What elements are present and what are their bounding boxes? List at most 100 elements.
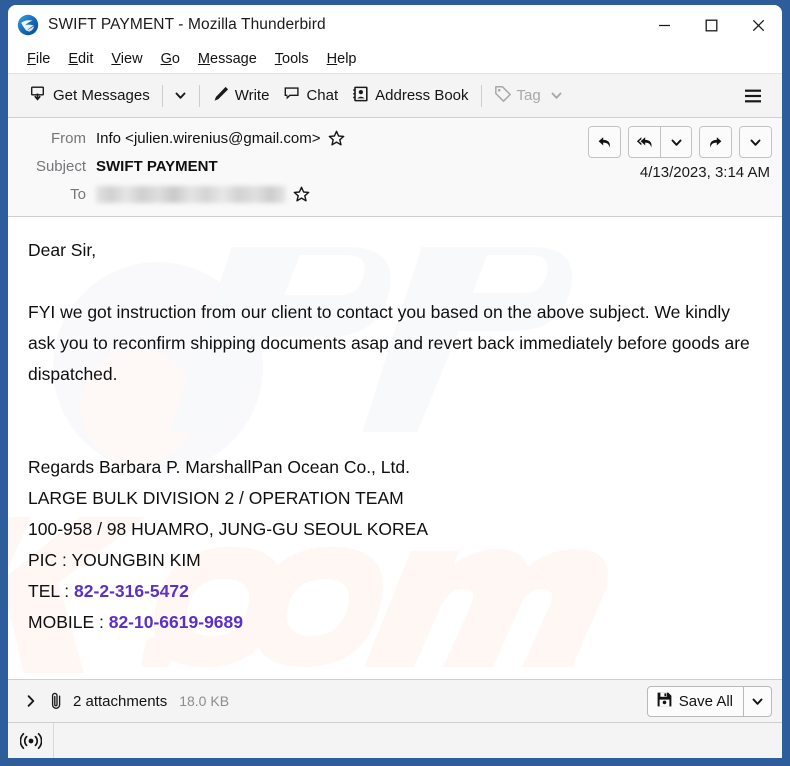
body-paragraph: FYI we got instruction from our client t… bbox=[28, 302, 750, 384]
write-button[interactable]: Write bbox=[205, 80, 277, 112]
close-icon bbox=[752, 19, 765, 31]
reply-all-group bbox=[628, 126, 692, 158]
menu-edit[interactable]: Edit bbox=[59, 48, 102, 70]
signature-line-2: LARGE BULK DIVISION 2 / OPERATION TEAM bbox=[28, 488, 404, 508]
broadcast-signal-icon[interactable] bbox=[8, 722, 54, 758]
chevron-down-icon bbox=[551, 92, 562, 99]
menu-go[interactable]: Go bbox=[152, 48, 189, 70]
toolbar-separator-3 bbox=[480, 84, 482, 107]
chat-bubble-icon bbox=[283, 85, 301, 107]
reply-group bbox=[588, 126, 621, 158]
to-label: To bbox=[70, 185, 86, 203]
save-all-dropdown[interactable] bbox=[743, 686, 771, 716]
to-star-icon[interactable] bbox=[293, 186, 310, 203]
message-body: Dear Sir, FYI we got instruction from ou… bbox=[8, 217, 782, 679]
subject-value: SWIFT PAYMENT bbox=[96, 157, 218, 175]
reply-all-arrow-icon bbox=[636, 136, 651, 148]
subject-label: Subject bbox=[35, 157, 86, 175]
save-disk-icon bbox=[656, 691, 673, 712]
get-messages-dropdown[interactable] bbox=[168, 80, 194, 112]
save-all-group: Save All bbox=[646, 685, 772, 717]
get-messages-label: Get Messages bbox=[53, 87, 150, 104]
minimize-button[interactable] bbox=[641, 5, 688, 45]
mobile-link[interactable]: 82-10-6619-9689 bbox=[109, 612, 243, 632]
more-actions-group bbox=[739, 126, 772, 158]
forward-group bbox=[699, 126, 732, 158]
window-controls bbox=[641, 5, 782, 45]
from-label: From bbox=[51, 129, 86, 147]
header-row-to: To bbox=[18, 180, 772, 208]
menu-message[interactable]: Message bbox=[189, 48, 266, 70]
chevron-down-icon bbox=[671, 139, 681, 146]
window-title: SWIFT PAYMENT - Mozilla Thunderbird bbox=[48, 16, 326, 33]
app-menu-button[interactable] bbox=[736, 80, 770, 112]
address-book-label: Address Book bbox=[375, 87, 469, 104]
address-book-icon bbox=[352, 85, 370, 107]
body-greeting: Dear Sir, bbox=[28, 240, 97, 260]
signature-line-4: PIC : YOUNGBIN KIM bbox=[28, 550, 201, 570]
tag-icon bbox=[494, 85, 512, 107]
main-toolbar: Get Messages Write Chat Address Book Tag bbox=[8, 74, 782, 118]
close-button[interactable] bbox=[735, 5, 782, 45]
get-messages-button[interactable]: Get Messages bbox=[22, 80, 157, 112]
maximize-button[interactable] bbox=[688, 5, 735, 45]
chevron-down-icon bbox=[175, 92, 186, 99]
signature-line-3: 100-958 / 98 HUAMRO, JUNG-GU SEOUL KOREA bbox=[28, 519, 429, 539]
tag-dropdown-caret[interactable] bbox=[550, 89, 563, 102]
chevron-down-icon bbox=[752, 698, 763, 705]
menu-view[interactable]: View bbox=[102, 48, 151, 70]
reply-all-dropdown[interactable] bbox=[660, 127, 691, 157]
maximize-icon bbox=[705, 19, 718, 31]
attachment-bar: 2 attachments 18.0 KB Save All bbox=[8, 679, 782, 722]
body-spacer-1 bbox=[28, 266, 762, 297]
message-header: From Info <julien.wirenius@gmail.com> Su… bbox=[8, 118, 782, 217]
signature-mobile-line: MOBILE : 82-10-6619-9689 bbox=[28, 607, 762, 638]
to-value-redacted[interactable] bbox=[96, 185, 286, 203]
from-value[interactable]: Info <julien.wirenius@gmail.com> bbox=[96, 130, 321, 147]
attachment-count-label: 2 attachments bbox=[73, 692, 168, 710]
minimize-icon bbox=[659, 24, 670, 26]
tel-label: TEL : bbox=[28, 581, 75, 601]
chevron-right-icon bbox=[27, 695, 35, 707]
message-date: 4/13/2023, 3:14 AM bbox=[639, 164, 770, 181]
status-bar bbox=[8, 722, 782, 758]
paperclip-icon bbox=[48, 692, 65, 711]
chat-label: Chat bbox=[306, 87, 339, 104]
forward-button[interactable] bbox=[700, 127, 731, 157]
write-label: Write bbox=[234, 87, 270, 104]
reply-arrow-icon bbox=[598, 136, 610, 148]
save-all-button[interactable]: Save All bbox=[648, 687, 743, 716]
reply-button[interactable] bbox=[589, 127, 620, 157]
more-actions-dropdown[interactable] bbox=[740, 127, 771, 157]
reply-all-button[interactable] bbox=[629, 127, 660, 157]
download-message-icon bbox=[29, 84, 48, 107]
desktop-background: SWIFT PAYMENT - Mozilla Thunderbird File… bbox=[0, 0, 790, 766]
hamburger-menu-icon bbox=[745, 89, 761, 102]
forward-arrow-icon bbox=[710, 136, 722, 148]
save-all-label: Save All bbox=[678, 692, 733, 710]
tag-button[interactable]: Tag bbox=[487, 80, 570, 112]
body-spacer-2 bbox=[28, 390, 762, 452]
address-book-button[interactable]: Address Book bbox=[345, 80, 475, 112]
chat-button[interactable]: Chat bbox=[276, 80, 345, 112]
attachment-size-label: 18.0 KB bbox=[179, 693, 230, 709]
tag-label: Tag bbox=[516, 87, 541, 104]
from-star-icon[interactable] bbox=[328, 130, 345, 147]
menu-tools[interactable]: Tools bbox=[266, 48, 318, 70]
tel-link[interactable]: 82-2-316-5472 bbox=[74, 581, 189, 601]
chevron-down-icon bbox=[750, 139, 761, 146]
signature-tel-line: TEL : 82-2-316-5472 bbox=[28, 576, 762, 607]
menu-file[interactable]: File bbox=[18, 48, 59, 70]
toolbar-separator-2 bbox=[198, 84, 200, 107]
title-bar: SWIFT PAYMENT - Mozilla Thunderbird bbox=[8, 5, 782, 45]
message-action-buttons bbox=[588, 126, 772, 158]
attachment-expand-toggle[interactable] bbox=[20, 688, 42, 714]
mobile-label: MOBILE : bbox=[28, 612, 109, 632]
toolbar-separator-1 bbox=[161, 84, 163, 107]
menu-help[interactable]: Help bbox=[318, 48, 366, 70]
signature-line-1: Regards Barbara P. MarshallPan Ocean Co.… bbox=[28, 457, 410, 477]
menu-bar: File Edit View Go Message Tools Help bbox=[8, 45, 782, 74]
thunderbird-window: SWIFT PAYMENT - Mozilla Thunderbird File… bbox=[8, 5, 782, 758]
pencil-icon bbox=[212, 85, 230, 107]
thunderbird-logo-icon bbox=[17, 14, 39, 36]
